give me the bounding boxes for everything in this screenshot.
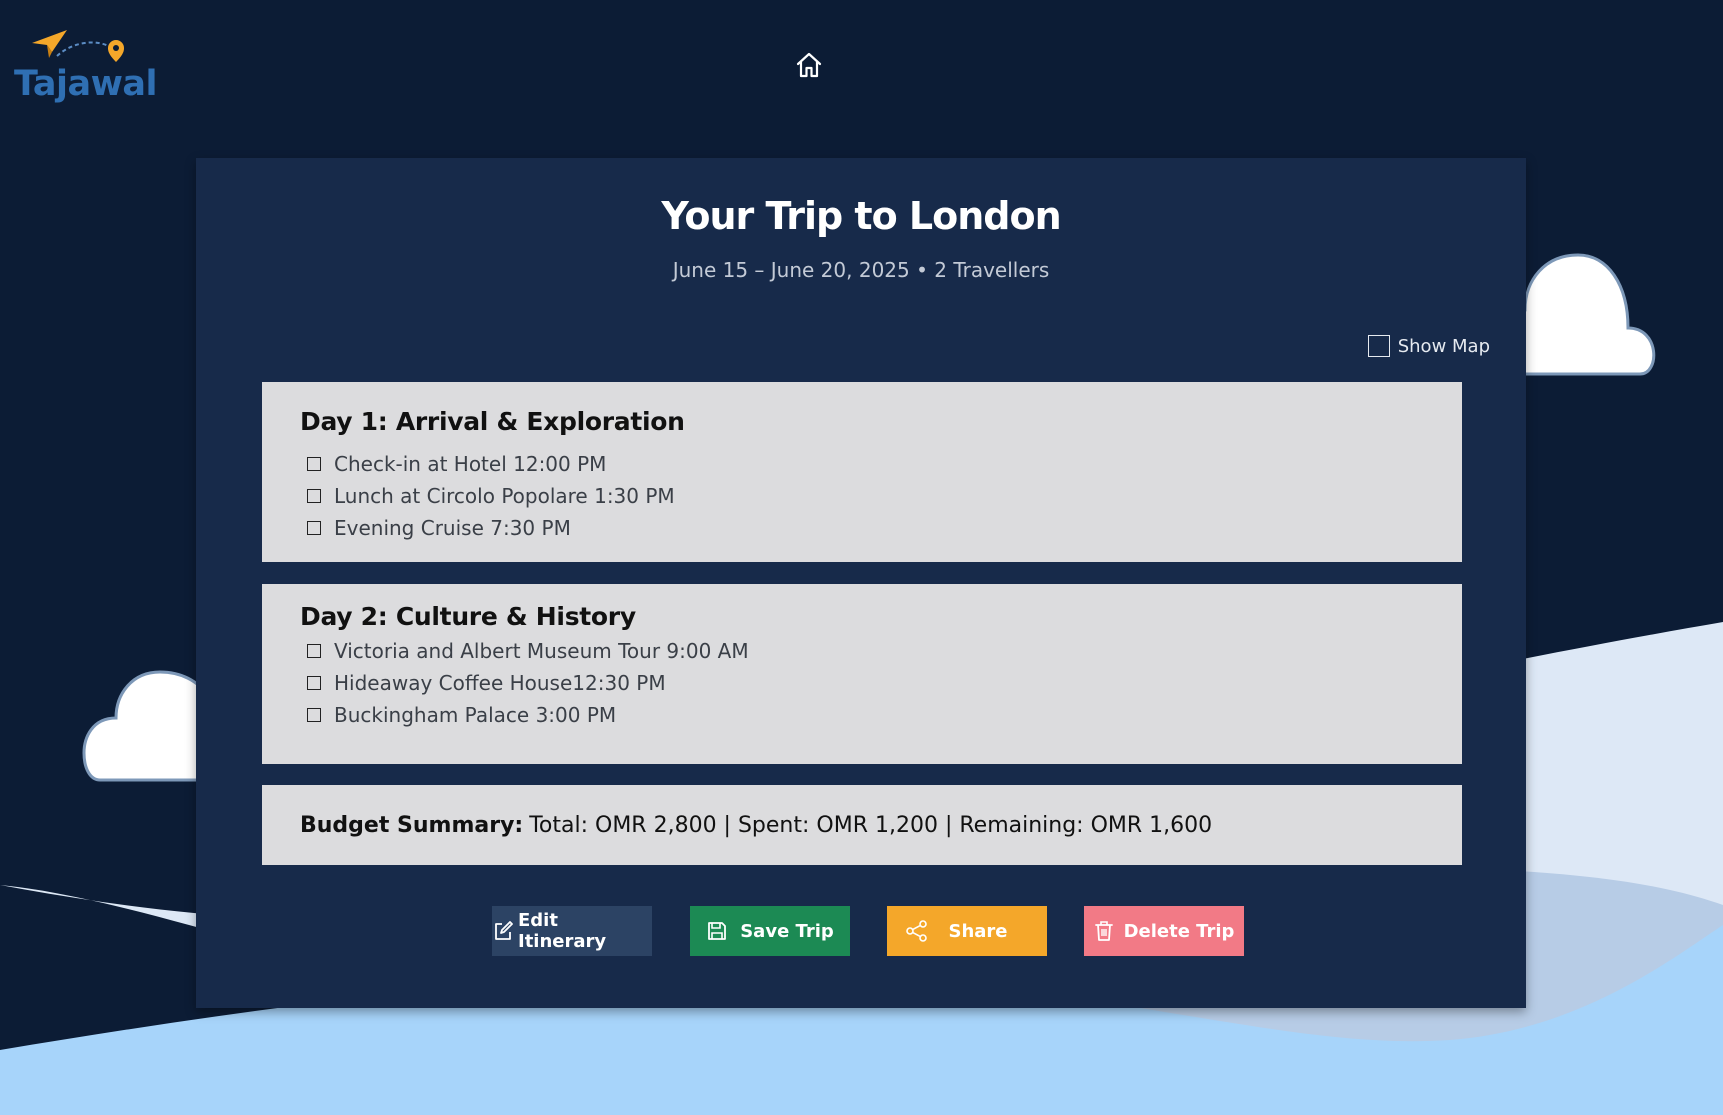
- trip-card: Your Trip to London June 15 – June 20, 2…: [196, 158, 1526, 1008]
- show-map-label: Show Map: [1397, 335, 1490, 357]
- edit-icon: [495, 921, 513, 940]
- brand-logo[interactable]: Tajawal: [12, 28, 158, 108]
- brand-name: Tajawal: [14, 64, 158, 104]
- action-bar: Edit Itinerary Save Trip Share Delete Tr…: [196, 906, 1526, 956]
- task-item[interactable]: Lunch at Circolo Popolare 1:30 PM: [300, 480, 1424, 512]
- edit-itinerary-button[interactable]: Edit Itinerary: [492, 906, 652, 956]
- task-checkbox[interactable]: [307, 644, 321, 658]
- task-label: Hideaway Coffee House12:30 PM: [334, 671, 666, 695]
- task-item[interactable]: Hideaway Coffee House12:30 PM: [300, 667, 1424, 699]
- trip-dates-travellers: June 15 – June 20, 2025 • 2 Travellers: [672, 258, 1050, 282]
- task-checkbox[interactable]: [307, 457, 321, 471]
- task-label: Victoria and Albert Museum Tour 9:00 AM: [334, 639, 749, 663]
- show-map-checkbox[interactable]: [1367, 335, 1390, 357]
- page-title: Your Trip to London: [661, 194, 1061, 238]
- day-1-task-list: Check-in at Hotel 12:00 PM Lunch at Circ…: [300, 448, 1424, 544]
- task-checkbox[interactable]: [307, 708, 321, 722]
- task-label: Evening Cruise 7:30 PM: [334, 516, 571, 540]
- save-icon: [708, 922, 727, 940]
- save-trip-label: Save Trip: [740, 920, 834, 942]
- day-1-panel: Day 1: Arrival & Exploration Check-in at…: [262, 382, 1462, 562]
- task-checkbox[interactable]: [307, 676, 321, 690]
- share-label: Share: [948, 920, 1008, 942]
- task-item[interactable]: Buckingham Palace 3:00 PM: [300, 699, 1424, 731]
- day-1-title: Day 1: Arrival & Exploration: [300, 407, 685, 436]
- delete-trip-button[interactable]: Delete Trip: [1084, 906, 1244, 956]
- share-button[interactable]: Share: [887, 906, 1047, 956]
- home-icon[interactable]: [794, 50, 824, 80]
- edit-itinerary-label: Edit Itinerary: [518, 910, 607, 952]
- paper-plane-icon: [32, 30, 124, 62]
- task-label: Lunch at Circolo Popolare 1:30 PM: [334, 484, 675, 508]
- delete-trip-label: Delete Trip: [1123, 920, 1235, 942]
- day-2-task-list: Victoria and Albert Museum Tour 9:00 AM …: [300, 635, 1424, 731]
- save-trip-button[interactable]: Save Trip: [690, 906, 850, 956]
- task-item[interactable]: Evening Cruise 7:30 PM: [300, 512, 1424, 544]
- day-2-title: Day 2: Culture & History: [300, 602, 636, 631]
- task-label: Buckingham Palace 3:00 PM: [334, 703, 617, 727]
- share-icon: [906, 920, 928, 942]
- task-checkbox[interactable]: [307, 521, 321, 535]
- budget-values: Total: OMR 2,800 | Spent: OMR 1,200 | Re…: [529, 812, 1213, 838]
- task-item[interactable]: Victoria and Albert Museum Tour 9:00 AM: [300, 635, 1424, 667]
- show-map-toggle[interactable]: Show Map: [1367, 335, 1490, 357]
- day-2-panel: Day 2: Culture & History Victoria and Al…: [262, 584, 1462, 764]
- task-item[interactable]: Check-in at Hotel 12:00 PM: [300, 448, 1424, 480]
- task-checkbox[interactable]: [307, 489, 321, 503]
- budget-label: Budget Summary:: [300, 812, 524, 838]
- task-label: Check-in at Hotel 12:00 PM: [334, 452, 607, 476]
- budget-summary: Budget Summary: Total: OMR 2,800 | Spent…: [262, 785, 1462, 865]
- trash-icon: [1094, 921, 1113, 941]
